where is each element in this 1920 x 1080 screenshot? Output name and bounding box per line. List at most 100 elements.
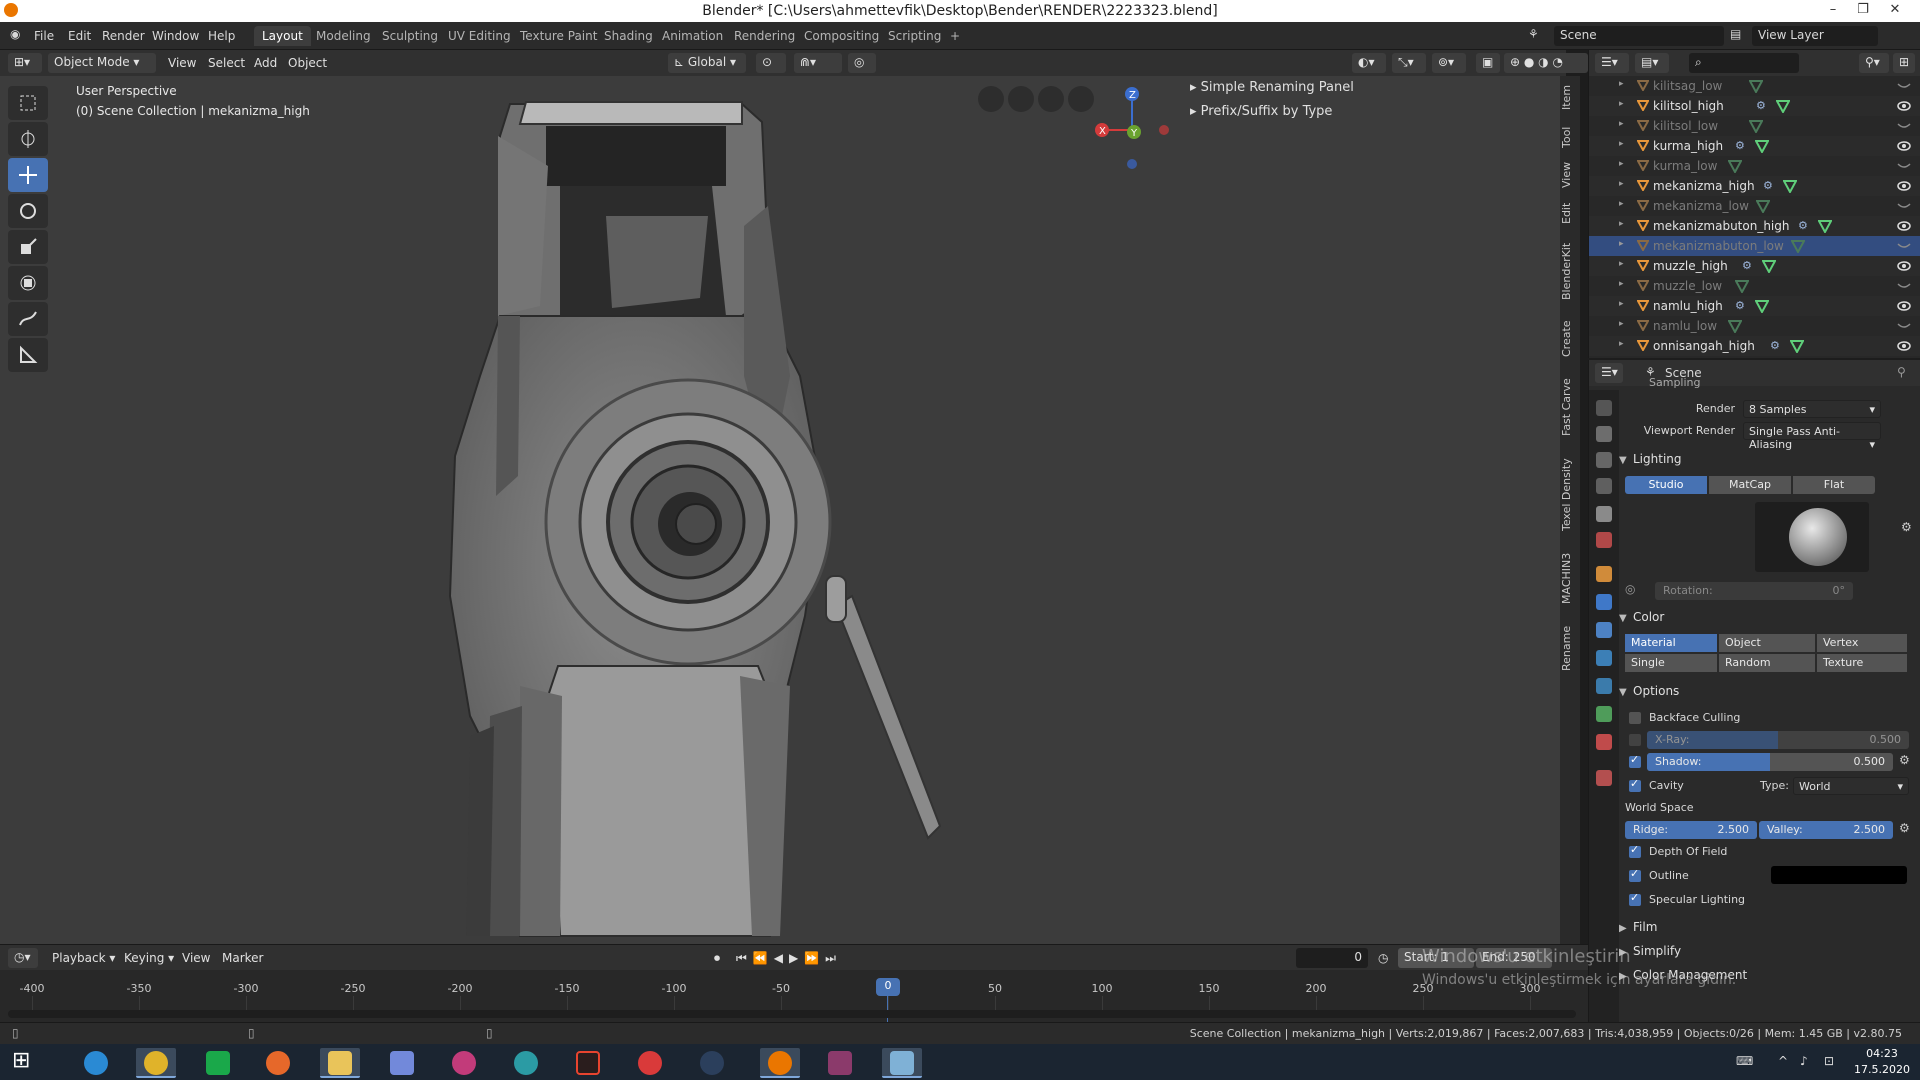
menu-render[interactable]: Render xyxy=(102,29,145,43)
tab-texture-paint[interactable]: Texture Paint xyxy=(512,26,605,46)
physics-props-icon[interactable] xyxy=(1596,650,1612,666)
use-preview-range-icon[interactable]: ◷ xyxy=(1378,951,1388,965)
menu-help[interactable]: Help xyxy=(208,29,235,43)
visible-eye-icon[interactable] xyxy=(1897,300,1911,311)
outliner-row[interactable]: namlu_low ▸ xyxy=(1589,316,1920,336)
mesh-data-icon[interactable] xyxy=(1727,319,1743,335)
outliner-search-input[interactable]: ⌕ xyxy=(1689,53,1799,73)
overlay-icon[interactable]: ⊚▾ xyxy=(1432,53,1466,73)
shading-mode-icons[interactable]: ⊕ ● ◑ ◔ xyxy=(1504,53,1588,73)
outliner-row[interactable]: kilitsag_low ▸ xyxy=(1589,76,1920,96)
xray-slider[interactable]: X-Ray: 0.500 xyxy=(1647,731,1909,749)
orientation-selector[interactable]: ⊾ Global ▾ xyxy=(668,53,746,73)
taskbar-app-teal[interactable] xyxy=(506,1048,546,1078)
expand-toggle-icon[interactable]: ▸ xyxy=(1619,259,1624,269)
expand-toggle-icon[interactable]: ▸ xyxy=(1619,199,1624,209)
shadow-slider[interactable]: Shadow: 0.500 xyxy=(1647,753,1893,771)
particles-props-icon[interactable] xyxy=(1596,622,1612,638)
material-props-icon[interactable] xyxy=(1596,734,1612,750)
tab-rename[interactable]: Rename xyxy=(1560,620,1580,676)
world-space-lighting-icon[interactable]: ◎ xyxy=(1625,582,1635,596)
modifier-icon[interactable]: ⚙ xyxy=(1735,299,1749,313)
timeline[interactable]: -400 -350 -300 -250 -200 -150 -100 -50 0 50 100 150… xyxy=(0,970,1588,1022)
tab-create[interactable]: Create xyxy=(1560,316,1580,362)
hidden-eye-icon[interactable] xyxy=(1897,160,1911,170)
cursor-tool[interactable] xyxy=(8,122,48,156)
expand-toggle-icon[interactable]: ▸ xyxy=(1619,279,1624,289)
mesh-data-icon[interactable] xyxy=(1817,219,1833,235)
tab-texel-density[interactable]: Texel Density xyxy=(1560,452,1580,538)
modifier-icon[interactable]: ⚙ xyxy=(1735,139,1749,153)
scene-selector[interactable]: Scene xyxy=(1554,26,1724,46)
color-vertex-button[interactable]: Vertex xyxy=(1817,634,1907,652)
tab-shading[interactable]: Shading xyxy=(596,26,661,46)
modifier-icon[interactable]: ⚙ xyxy=(1798,219,1812,233)
render-samples-dropdown[interactable]: 8 Samples ▾ xyxy=(1743,400,1881,418)
pan-hand-icon[interactable] xyxy=(1038,86,1064,112)
studio-settings-gear-icon[interactable]: ⚙ xyxy=(1901,520,1912,534)
tab-fast-carve[interactable]: Fast Carve xyxy=(1560,372,1580,442)
tray-chevron-icon[interactable]: ^ xyxy=(1778,1054,1788,1068)
hidden-eye-icon[interactable] xyxy=(1897,200,1911,210)
add-workspace-button[interactable]: + xyxy=(942,26,968,46)
expand-toggle-icon[interactable]: ▸ xyxy=(1619,139,1624,149)
timeline-menu-view[interactable]: View xyxy=(182,951,210,965)
taskbar-audio-app[interactable] xyxy=(444,1048,484,1078)
viewport-render-dropdown[interactable]: Single Pass Anti-Aliasing ▾ xyxy=(1743,422,1881,451)
constraints-props-icon[interactable] xyxy=(1596,678,1612,694)
color-object-button[interactable]: Object xyxy=(1719,634,1815,652)
xray-checkbox[interactable] xyxy=(1629,734,1641,746)
cavity-settings-gear-icon[interactable]: ⚙ xyxy=(1899,821,1910,835)
mesh-data-icon[interactable] xyxy=(1755,199,1771,215)
mesh-data-icon[interactable] xyxy=(1748,119,1764,135)
data-props-icon[interactable] xyxy=(1596,706,1612,722)
taskbar-winrar[interactable] xyxy=(820,1048,860,1078)
snap-icon[interactable]: ⋒▾ xyxy=(794,53,842,73)
shadow-settings-gear-icon[interactable]: ⚙ xyxy=(1899,753,1910,767)
filter-icon[interactable]: ⚲▾ xyxy=(1859,53,1889,73)
tab-rendering[interactable]: Rendering xyxy=(726,26,803,46)
outliner-row[interactable]: kurma_low ▸ xyxy=(1589,156,1920,176)
expand-toggle-icon[interactable]: ▸ xyxy=(1619,219,1624,229)
modifier-props-icon[interactable] xyxy=(1596,594,1612,610)
color-random-button[interactable]: Random xyxy=(1719,654,1815,672)
3d-viewport[interactable]: User Perspective (0) Scene Collection | … xyxy=(0,76,1566,944)
outliner-row[interactable]: muzzle_low ▸ xyxy=(1589,276,1920,296)
visible-eye-icon[interactable] xyxy=(1897,260,1911,271)
taskbar-store[interactable] xyxy=(198,1048,238,1078)
tab-blenderkit[interactable]: BlenderKit xyxy=(1560,236,1580,306)
expand-toggle-icon[interactable]: ▸ xyxy=(1619,79,1624,89)
menu-file[interactable]: File xyxy=(34,29,54,43)
color-section-header[interactable]: ▼ Color xyxy=(1619,610,1920,632)
outliner-row[interactable]: mekanizmabuton_high ▸ ⚙ xyxy=(1589,216,1920,236)
modifier-icon[interactable]: ⚙ xyxy=(1770,339,1784,353)
mesh-data-icon[interactable] xyxy=(1789,339,1805,355)
view-layer-selector[interactable]: View Layer xyxy=(1752,26,1878,46)
camera-view-icon[interactable] xyxy=(1008,86,1034,112)
expand-toggle-icon[interactable]: ▸ xyxy=(1619,319,1624,329)
color-material-button[interactable]: Material xyxy=(1625,634,1717,652)
expand-toggle-icon[interactable]: ▸ xyxy=(1619,339,1624,349)
pivot-icon[interactable]: ⊙ xyxy=(756,53,786,73)
depth-of-field-checkbox[interactable] xyxy=(1629,843,1641,858)
vp-menu-add[interactable]: Add xyxy=(254,56,277,70)
hidden-eye-icon[interactable] xyxy=(1897,240,1911,250)
tab-uv-editing[interactable]: UV Editing xyxy=(440,26,519,46)
mode-selector[interactable]: Object Mode ▾ xyxy=(48,53,156,73)
tab-edit[interactable]: Edit xyxy=(1560,198,1580,228)
taskbar-substance-painter[interactable] xyxy=(630,1048,670,1078)
rotate-tool[interactable] xyxy=(8,194,48,228)
modifier-icon[interactable]: ⚙ xyxy=(1742,259,1756,273)
restore-button[interactable]: ❐ xyxy=(1848,2,1878,17)
timeline-menu-keying[interactable]: Keying ▾ xyxy=(124,951,174,965)
menu-edit[interactable]: Edit xyxy=(68,29,91,43)
taskbar-substance-designer[interactable] xyxy=(568,1048,608,1078)
expand-toggle-icon[interactable]: ▸ xyxy=(1619,179,1624,189)
studio-light-preview[interactable] xyxy=(1755,502,1869,572)
timeline-menu-playback[interactable]: Playback ▾ xyxy=(52,951,115,965)
outliner-row[interactable]: kilitsol_high ▸ ⚙ xyxy=(1589,96,1920,116)
cavity-type-dropdown[interactable]: World ▾ xyxy=(1793,777,1909,795)
playback-controls-icons[interactable]: ⏮⏪◀▶⏩⏭ xyxy=(736,951,842,966)
taskbar-chrome[interactable] xyxy=(136,1048,176,1078)
menu-window[interactable]: Window xyxy=(152,29,199,43)
